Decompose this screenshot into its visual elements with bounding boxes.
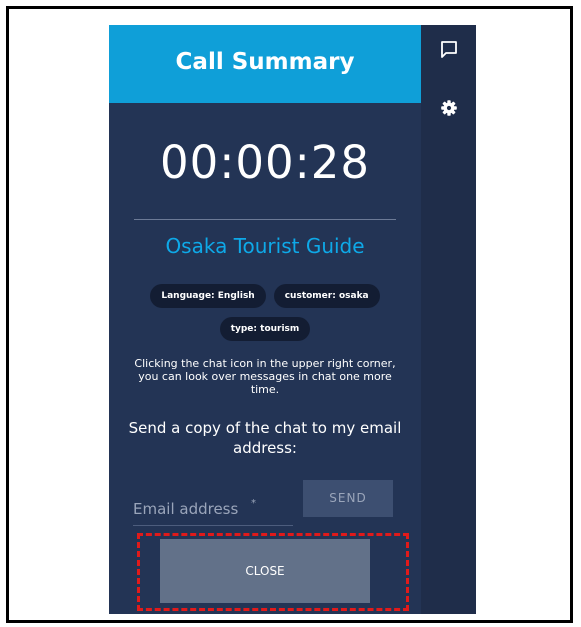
chat-info-text: Clicking the chat icon in the upper righ… <box>134 357 396 396</box>
email-field[interactable]: Email address * <box>133 495 293 526</box>
gear-icon[interactable] <box>438 97 460 119</box>
close-button[interactable]: CLOSE <box>160 539 370 603</box>
tag-row: type: tourism <box>109 317 421 341</box>
chat-icon[interactable] <box>438 39 460 61</box>
required-mark: * <box>251 498 256 509</box>
call-duration: 00:00:28 <box>159 136 371 189</box>
panel-header: Call Summary <box>109 25 421 103</box>
send-button[interactable]: SEND <box>303 480 393 517</box>
call-title: Osaka Tourist Guide <box>165 234 365 258</box>
email-copy-heading: Send a copy of the chat to my email addr… <box>128 419 402 457</box>
tag-customer: customer: osaka <box>273 284 380 308</box>
sidebar-header <box>421 25 476 103</box>
sidebar <box>421 25 476 614</box>
tag-language: Language: English <box>150 284 266 308</box>
page-title: Call Summary <box>175 49 355 75</box>
email-placeholder: Email address <box>133 500 239 518</box>
tag-type: type: tourism <box>219 317 311 341</box>
divider <box>134 219 396 220</box>
call-summary-panel: Call Summary 00:00:28 Osaka Tourist Guid… <box>109 25 421 614</box>
tag-row: Language: English customer: osaka <box>109 284 421 308</box>
